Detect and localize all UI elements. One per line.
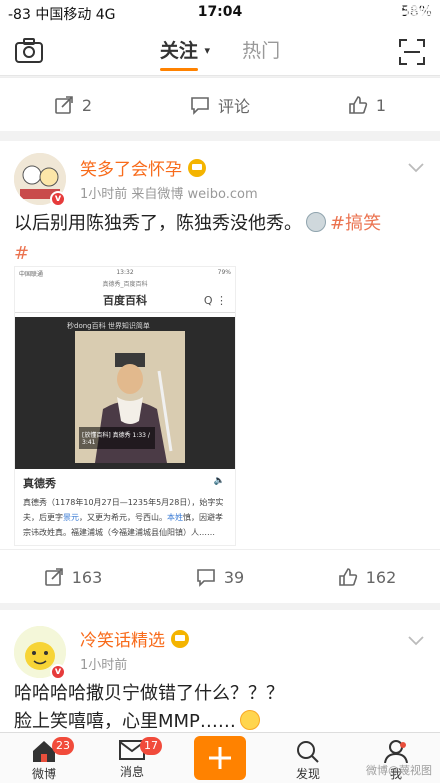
post-text-line2: 脸上笑嘻嘻，心里MMP……	[14, 711, 236, 732]
tab-hot[interactable]: 热门	[242, 40, 280, 62]
prev-post-footer: 2 评论 1	[0, 77, 440, 131]
comment-button[interactable]: 评论	[147, 78, 293, 132]
post-card: v 笑多了会怀孕 1小时前 来自微博 weibo.com 以后别用陈独秀了，陈独…	[0, 141, 440, 603]
image-brand: 百度百科	[103, 294, 147, 307]
like-count: 1	[375, 95, 387, 115]
topic-link[interactable]: #搞笑	[330, 213, 381, 234]
scan-icon[interactable]	[398, 38, 426, 66]
home-badge: 23	[52, 737, 74, 755]
chevron-down-icon[interactable]	[406, 157, 426, 177]
video-play-overlay: [放懂百科] 真德秀 1:33 / 3:41	[79, 427, 155, 449]
comment-count: 39	[223, 567, 245, 587]
search-icon	[297, 741, 319, 763]
comment-label: 评论	[217, 97, 250, 116]
corner-watermark: 百思不得姐	[358, 4, 434, 22]
prev-post-actions: 2 评论 1	[0, 77, 440, 131]
like-count: 162	[365, 567, 397, 587]
tab-discover[interactable]: 发现	[264, 733, 352, 783]
verified-badge: v	[50, 664, 66, 680]
post-username-text: 冷笑话精选	[80, 631, 165, 651]
comment-icon	[191, 97, 209, 115]
tab-follow[interactable]: 关注 ▾	[160, 40, 210, 62]
comment-button[interactable]: 39	[147, 550, 293, 604]
post-username-text: 笑多了会怀孕	[80, 160, 182, 180]
post-meta: 1小时前	[80, 658, 128, 673]
image-video: 秒dong百科 世界知识简单 [放懂百科] 真德秀 1:33 / 3:41	[15, 317, 235, 469]
topic-link-end[interactable]: #	[14, 243, 29, 264]
like-button[interactable]: 162	[294, 550, 440, 604]
tab-discover-label: 发现	[295, 767, 320, 781]
repost-icon	[44, 568, 63, 586]
image-search-icon: Q ⋮	[203, 294, 227, 307]
crown-icon	[171, 630, 189, 648]
speaker-icon: 🔈	[213, 476, 225, 486]
image-time: 13:32	[116, 269, 134, 276]
tab-home[interactable]: 微博 23	[0, 733, 88, 783]
desc-part-b: ，又更为希元，号西山。	[79, 513, 167, 522]
post-username[interactable]: 笑多了会怀孕	[80, 155, 206, 180]
emoji-icon	[306, 212, 326, 232]
like-button[interactable]: 1	[294, 78, 440, 132]
desc-link-1: 景元	[63, 513, 79, 522]
post-card: v 冷笑话精选 1小时前 哈哈哈哈撒贝宁做错了什么？？？ 脸上笑嘻嘻，心里MMP…	[0, 610, 440, 732]
repost-count: 2	[81, 95, 93, 115]
post-text-line1: 哈哈哈哈撒贝宁做错了什么？？？	[14, 683, 284, 704]
repost-button[interactable]: 163	[0, 550, 146, 604]
laughing-emoji-icon	[239, 710, 260, 730]
repost-count: 163	[71, 567, 103, 587]
post-image[interactable]: 中国联通 13:32 79% 真德秀_百度百科 百度百科 Q ⋮ 秒dong百科…	[14, 266, 236, 546]
image-status-bar: 中国联通 13:32 79%	[15, 267, 235, 279]
image-url: 真德秀_百度百科	[102, 281, 148, 288]
post-meta: 1小时前 来自微博 weibo.com	[80, 187, 258, 202]
desc-link-2: 本姓	[167, 513, 183, 522]
thumbs-up-icon	[349, 96, 368, 114]
repost-button[interactable]: 2	[0, 78, 146, 132]
plus-icon	[209, 747, 231, 769]
bottom-watermark: 微博@蔑视图	[366, 764, 432, 777]
tab-messages-label: 消息	[119, 765, 144, 779]
image-entry-desc: 真德秀（1178年10月27日—1235年5月28日），始字实夫，后更字景元，又…	[23, 495, 229, 540]
tab-follow-label: 关注	[159, 40, 198, 62]
caret-down-icon: ▾	[204, 44, 211, 57]
comment-icon	[197, 569, 215, 587]
top-nav: 关注 ▾ 热门	[0, 26, 440, 76]
tab-messages[interactable]: 消息 17	[88, 733, 176, 783]
chevron-down-icon[interactable]	[406, 630, 426, 650]
post-text-line1: 以后别用陈独秀了，陈独秀没他秀。	[14, 213, 302, 234]
image-battery: 79%	[217, 269, 231, 276]
post-actions: 163 39 162	[0, 549, 440, 603]
tab-home-label: 微博	[31, 767, 56, 781]
post-text: 哈哈哈哈撒贝宁做错了什么？？？ 脸上笑嘻嘻，心里MMP……	[14, 680, 426, 736]
messages-badge: 17	[140, 737, 162, 755]
crown-icon	[188, 159, 206, 177]
post-username[interactable]: 冷笑话精选	[80, 626, 189, 651]
user-icon	[384, 740, 408, 763]
verified-badge: v	[50, 191, 66, 207]
compose-button[interactable]	[194, 736, 246, 780]
image-video-watermark: 秒dong百科 世界知识简单	[67, 322, 150, 330]
post-text: 以后别用陈独秀了，陈独秀没他秀。 #搞笑 #	[14, 209, 426, 269]
image-brand-bar: 百度百科 Q ⋮	[15, 289, 235, 313]
image-entry-title: 真德秀	[23, 477, 56, 490]
thumbs-up-icon	[338, 568, 357, 586]
repost-icon	[55, 96, 73, 114]
